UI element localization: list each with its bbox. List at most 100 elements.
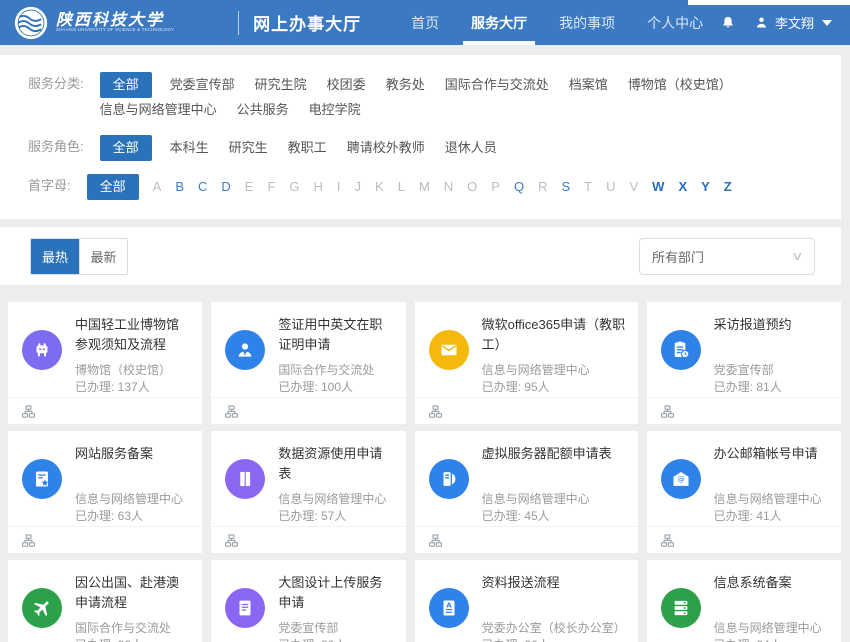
category-option[interactable]: 博物馆（校史馆） bbox=[628, 73, 732, 97]
user-icon bbox=[754, 15, 769, 30]
service-card[interactable]: 数据资源使用申请表 信息与网络管理中心 已办理: 57人 bbox=[211, 431, 405, 553]
initial-option[interactable]: C bbox=[198, 175, 207, 199]
initial-option[interactable]: G bbox=[289, 175, 299, 199]
initial-option[interactable]: Y bbox=[701, 175, 710, 199]
nav-item[interactable]: 个人中心 bbox=[631, 0, 719, 45]
initial-option[interactable]: E bbox=[245, 175, 254, 199]
department-select[interactable]: 所有部门 ∨ bbox=[639, 238, 815, 275]
top-header: 陕西科技大学 SHAANXI UNIVERSITY OF SCIENCE & T… bbox=[0, 0, 850, 45]
mail-icon bbox=[429, 330, 469, 370]
service-card[interactable]: 采访报道预约 党委宣传部 已办理: 81人 bbox=[647, 302, 841, 424]
service-department: 信息与网络管理中心 bbox=[714, 491, 829, 508]
category-option[interactable]: 研究生院 bbox=[255, 73, 307, 97]
initial-option[interactable]: O bbox=[467, 175, 477, 199]
initial-option[interactable]: B bbox=[175, 175, 184, 199]
chevron-down-icon[interactable] bbox=[822, 20, 832, 26]
service-card[interactable]: 因公出国、赴港澳申请流程 国际合作与交流处 已办理: 33人 bbox=[8, 560, 202, 642]
service-card[interactable]: 信息系统备案 信息与网络管理中心 已办理: 24人 bbox=[647, 560, 841, 642]
role-option[interactable]: 研究生 bbox=[229, 136, 268, 160]
initial-option[interactable]: J bbox=[355, 175, 362, 199]
bell-icon[interactable] bbox=[720, 15, 736, 31]
role-option[interactable]: 全部 bbox=[100, 135, 152, 161]
category-option[interactable]: 国际合作与交流处 bbox=[445, 73, 549, 97]
service-card-grid: 中国轻工业博物馆参观须知及流程 博物馆（校史馆） 已办理: 137人 签证用中英… bbox=[8, 302, 841, 642]
university-name-block: 陕西科技大学 SHAANXI UNIVERSITY OF SCIENCE & T… bbox=[56, 11, 220, 34]
category-option[interactable]: 全部 bbox=[100, 72, 152, 98]
service-card[interactable]: 网站服务备案 信息与网络管理中心 已办理: 63人 bbox=[8, 431, 202, 553]
role-option[interactable]: 本科生 bbox=[170, 136, 209, 160]
initial-option[interactable]: R bbox=[538, 175, 547, 199]
service-card[interactable]: 大图设计上传服务申请 党委宣传部 已办理: 28人 bbox=[211, 560, 405, 642]
service-card[interactable]: A 资料报送流程 党委办公室（校长办公室） 已办理: 26人 bbox=[415, 560, 638, 642]
initial-option[interactable]: Q bbox=[514, 175, 524, 199]
brand-divider bbox=[238, 11, 239, 35]
service-title: 资料报送流程 bbox=[482, 573, 626, 615]
initial-option[interactable]: W bbox=[652, 175, 664, 199]
sort-tab[interactable]: 最热 bbox=[31, 239, 79, 274]
nav-item[interactable]: 我的事项 bbox=[543, 0, 631, 45]
service-department: 信息与网络管理中心 bbox=[482, 362, 626, 379]
category-option[interactable]: 档案馆 bbox=[569, 73, 608, 97]
category-option[interactable]: 教务处 bbox=[386, 73, 425, 97]
role-option[interactable]: 聘请校外教师 bbox=[347, 136, 425, 160]
category-option[interactable]: 党委宣传部 bbox=[170, 73, 235, 97]
nav-item[interactable]: 服务大厅 bbox=[455, 0, 543, 45]
service-department: 党委宣传部 bbox=[278, 620, 393, 637]
card-main: 数据资源使用申请表 信息与网络管理中心 已办理: 57人 bbox=[211, 431, 405, 526]
flow-icon[interactable] bbox=[428, 404, 443, 419]
flow-icon[interactable] bbox=[428, 533, 443, 548]
service-card[interactable]: 签证用中英文在职证明申请 国际合作与交流处 已办理: 100人 bbox=[211, 302, 405, 424]
initial-option[interactable]: K bbox=[375, 175, 384, 199]
initial-option[interactable]: D bbox=[221, 175, 230, 199]
card-info: 签证用中英文在职证明申请 国际合作与交流处 已办理: 100人 bbox=[278, 302, 393, 396]
role-option[interactable]: 退休人员 bbox=[445, 136, 497, 160]
card-footer bbox=[211, 397, 405, 424]
flow-icon[interactable] bbox=[224, 533, 239, 548]
sort-tab[interactable]: 最新 bbox=[79, 239, 127, 274]
initial-option[interactable]: 全部 bbox=[87, 174, 139, 200]
category-filter-label: 服务分类: bbox=[28, 72, 84, 96]
initial-option[interactable]: Z bbox=[724, 175, 732, 199]
service-title: 中国轻工业博物馆参观须知及流程 bbox=[75, 315, 190, 357]
university-name-en: SHAANXI UNIVERSITY OF SCIENCE & TECHNOLO… bbox=[56, 28, 174, 32]
category-option[interactable]: 公共服务 bbox=[237, 98, 289, 122]
role-filter-label: 服务角色: bbox=[28, 135, 84, 159]
initial-option[interactable]: U bbox=[606, 175, 615, 199]
initial-option[interactable]: I bbox=[337, 175, 341, 199]
initial-option[interactable]: A bbox=[153, 175, 162, 199]
service-department: 信息与网络管理中心 bbox=[75, 491, 190, 508]
main-nav: 首页服务大厅我的事项个人中心 bbox=[395, 0, 719, 45]
category-option[interactable]: 电控学院 bbox=[309, 98, 361, 122]
service-handled-count: 已办理: 28人 bbox=[278, 637, 393, 642]
flow-icon[interactable] bbox=[660, 404, 675, 419]
service-card[interactable]: @ 办公邮箱帐号申请 信息与网络管理中心 已办理: 41人 bbox=[647, 431, 841, 553]
initial-option[interactable]: M bbox=[419, 175, 430, 199]
service-department: 党委宣传部 bbox=[714, 362, 829, 379]
initial-option[interactable]: L bbox=[398, 175, 405, 199]
service-handled-count: 已办理: 41人 bbox=[714, 508, 829, 525]
flow-icon[interactable] bbox=[21, 533, 36, 548]
initial-option[interactable]: H bbox=[314, 175, 323, 199]
server-icon bbox=[429, 459, 469, 499]
category-option[interactable]: 信息与网络管理中心 bbox=[100, 98, 217, 122]
initial-option[interactable]: X bbox=[678, 175, 687, 199]
initial-option[interactable]: P bbox=[491, 175, 500, 199]
initial-option[interactable]: S bbox=[561, 175, 570, 199]
category-option[interactable]: 校团委 bbox=[327, 73, 366, 97]
user-name[interactable]: 李文翔 bbox=[775, 13, 814, 32]
role-option[interactable]: 教职工 bbox=[288, 136, 327, 160]
role-filter-row: 服务角色: 全部本科生研究生教职工聘请校外教师退休人员 bbox=[28, 135, 813, 161]
flow-icon[interactable] bbox=[224, 404, 239, 419]
service-card[interactable]: 虚拟服务器配额申请表 信息与网络管理中心 已办理: 45人 bbox=[415, 431, 638, 553]
nav-item[interactable]: 首页 bbox=[395, 0, 455, 45]
initial-option[interactable]: N bbox=[444, 175, 453, 199]
initial-option[interactable]: F bbox=[267, 175, 275, 199]
card-main: 虚拟服务器配额申请表 信息与网络管理中心 已办理: 45人 bbox=[415, 431, 638, 526]
initial-option[interactable]: V bbox=[630, 175, 639, 199]
flow-icon[interactable] bbox=[660, 533, 675, 548]
initial-option[interactable]: T bbox=[584, 175, 592, 199]
service-handled-count: 已办理: 24人 bbox=[714, 637, 829, 642]
service-card[interactable]: 中国轻工业博物馆参观须知及流程 博物馆（校史馆） 已办理: 137人 bbox=[8, 302, 202, 424]
flow-icon[interactable] bbox=[21, 404, 36, 419]
service-card[interactable]: 微软office365申请（教职工） 信息与网络管理中心 已办理: 95人 bbox=[415, 302, 638, 424]
